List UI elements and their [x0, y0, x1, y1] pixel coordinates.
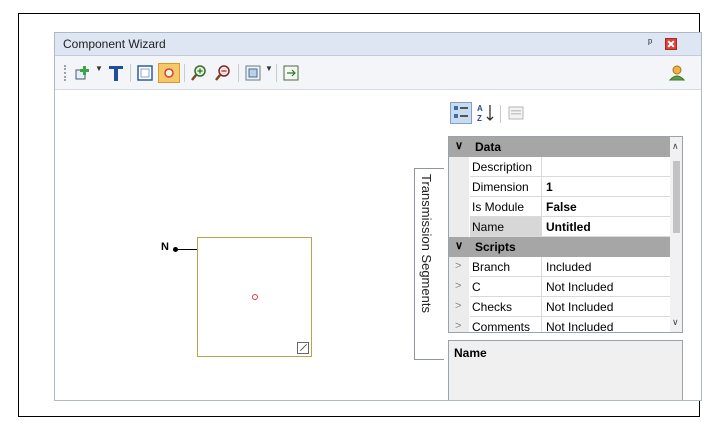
- row-gutter: [449, 197, 469, 217]
- title-bar: Component Wizard ᵖ: [55, 33, 701, 56]
- property-row-comments[interactable]: > Comments Not Included: [449, 317, 670, 332]
- expand-arrow-icon[interactable]: >: [455, 300, 461, 312]
- row-gutter: [449, 217, 469, 237]
- categorized-icon: [454, 106, 468, 118]
- component-center-marker: [252, 294, 258, 300]
- user-icon: [668, 65, 686, 81]
- add-component-button[interactable]: [74, 63, 94, 83]
- vertical-scrollbar[interactable]: ∧ ∨: [670, 137, 682, 332]
- property-value[interactable]: Untitled: [542, 217, 670, 237]
- category-label: Data: [475, 140, 502, 154]
- svg-text:Z: Z: [477, 114, 482, 123]
- category-scripts[interactable]: ∨ Scripts: [449, 237, 670, 257]
- component-body[interactable]: [197, 237, 312, 357]
- zoom-in-button[interactable]: [189, 63, 209, 83]
- property-grid-panel: A Z ∨ Data Description Dimension 1 Is Mo…: [447, 90, 701, 400]
- property-grid: ∨ Data Description Dimension 1 Is Module…: [448, 136, 683, 333]
- description-title: Name: [454, 346, 487, 360]
- zoom-in-icon: [191, 65, 206, 81]
- resize-handle[interactable]: [297, 342, 309, 354]
- border-icon: [137, 65, 153, 81]
- design-canvas[interactable]: N Transmission Segments: [55, 90, 447, 400]
- sort-alphabetical-icon: A Z: [477, 104, 494, 123]
- row-gutter: [449, 157, 469, 177]
- fit-icon: [283, 65, 299, 81]
- scrollbar-thumb[interactable]: [673, 161, 680, 233]
- transmission-segments-tab[interactable]: Transmission Segments: [414, 168, 444, 360]
- property-name: Comments: [470, 317, 542, 332]
- expand-arrow-icon[interactable]: >: [455, 260, 461, 272]
- property-row-checks[interactable]: > Checks Not Included: [449, 297, 670, 317]
- expand-arrow-icon[interactable]: >: [455, 280, 461, 292]
- description-panel: Name: [448, 340, 683, 400]
- toolbar-separator: [184, 64, 185, 82]
- property-name: Checks: [470, 297, 542, 317]
- property-value[interactable]: Included: [542, 257, 670, 277]
- category-data[interactable]: ∨ Data: [449, 137, 670, 157]
- zoom-out-icon: [215, 65, 230, 81]
- property-name: Is Module: [470, 197, 542, 217]
- pin-tool-button[interactable]: [158, 63, 180, 83]
- layout-icon: [245, 65, 261, 81]
- property-value[interactable]: Not Included: [542, 277, 670, 297]
- property-row-branch[interactable]: > Branch Included: [449, 257, 670, 277]
- property-name: Dimension: [470, 177, 542, 197]
- property-row-dimension[interactable]: Dimension 1: [449, 177, 670, 197]
- property-value[interactable]: False: [542, 197, 670, 217]
- add-component-dropdown-icon[interactable]: ▼: [95, 64, 103, 73]
- property-row-description[interactable]: Description: [449, 157, 670, 177]
- text-icon: [109, 66, 123, 81]
- property-row-is-module[interactable]: Is Module False: [449, 197, 670, 217]
- property-name: Name: [470, 217, 542, 237]
- toolbar: ▼ ▼: [55, 56, 701, 90]
- category-label: Scripts: [475, 240, 516, 254]
- pin-line[interactable]: [175, 249, 198, 250]
- scroll-down-icon[interactable]: ∨: [672, 317, 679, 328]
- property-name: C: [470, 277, 542, 297]
- user-button[interactable]: [667, 63, 687, 83]
- pin-window-button[interactable]: ᵖ: [648, 37, 652, 49]
- property-name: Description: [470, 157, 542, 177]
- scroll-up-icon[interactable]: ∧: [672, 141, 679, 152]
- property-value[interactable]: 1: [542, 177, 670, 197]
- property-grid-toolbar: A Z: [447, 102, 701, 128]
- transmission-segments-label: Transmission Segments: [419, 174, 434, 313]
- border-button[interactable]: [135, 63, 155, 83]
- categorized-button[interactable]: [450, 102, 472, 124]
- fit-button[interactable]: [281, 63, 301, 83]
- collapse-chevron-icon[interactable]: ∨: [455, 139, 463, 152]
- add-component-icon: [75, 66, 89, 80]
- property-value[interactable]: [542, 157, 670, 177]
- window-title: Component Wizard: [63, 37, 166, 51]
- pin-label: N: [161, 241, 169, 253]
- toolbar-grip[interactable]: [64, 65, 68, 81]
- svg-text:A: A: [477, 104, 483, 113]
- property-pages-icon: [508, 106, 524, 120]
- pg-toolbar-separator: [500, 105, 501, 123]
- toolbar-separator: [276, 64, 277, 82]
- layout-dropdown-icon[interactable]: ▼: [265, 64, 273, 73]
- component-wizard-window: Component Wizard ᵖ ▼ ▼ N Transmission Se…: [54, 32, 702, 401]
- alphabetical-button[interactable]: A Z: [476, 102, 496, 124]
- toolbar-separator: [130, 64, 131, 82]
- close-button[interactable]: [665, 38, 677, 50]
- row-gutter: [449, 177, 469, 197]
- pin-tool-icon: [164, 68, 174, 78]
- property-row-name[interactable]: Name Untitled: [449, 217, 670, 237]
- expand-arrow-icon[interactable]: >: [455, 320, 461, 332]
- zoom-out-button[interactable]: [213, 63, 233, 83]
- toolbar-separator: [238, 64, 239, 82]
- property-pages-button[interactable]: [506, 103, 526, 123]
- text-button[interactable]: [106, 63, 126, 83]
- property-name: Branch: [470, 257, 542, 277]
- layout-button[interactable]: [243, 63, 263, 83]
- property-row-c[interactable]: > C Not Included: [449, 277, 670, 297]
- collapse-chevron-icon[interactable]: ∨: [455, 239, 463, 252]
- property-value[interactable]: Not Included: [542, 317, 670, 332]
- property-value[interactable]: Not Included: [542, 297, 670, 317]
